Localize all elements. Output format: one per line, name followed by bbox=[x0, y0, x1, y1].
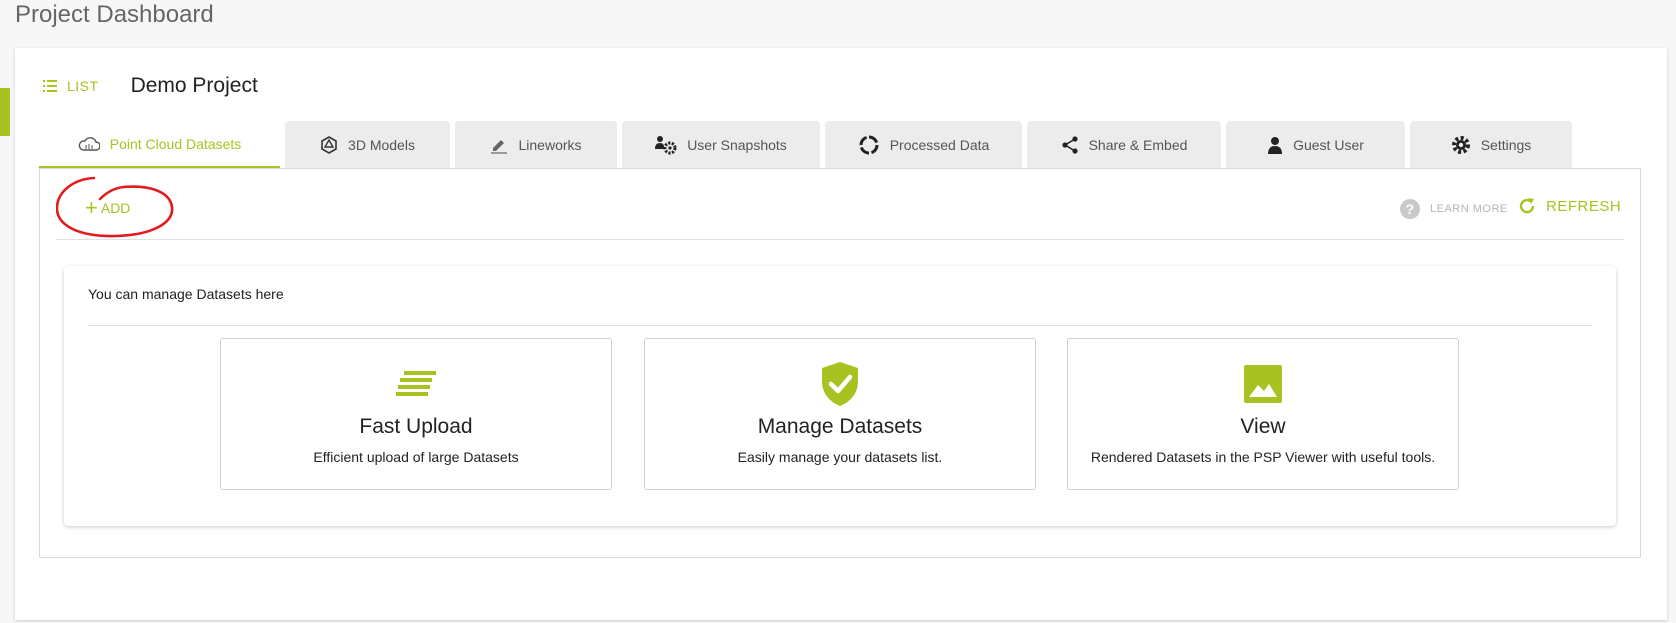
refresh-button[interactable]: REFRESH bbox=[1518, 197, 1621, 215]
add-button[interactable]: + ADD bbox=[85, 195, 131, 220]
feature-description: Efficient upload of large Datasets bbox=[313, 449, 519, 465]
tab-label: Lineworks bbox=[518, 136, 582, 153]
gear-icon bbox=[1451, 135, 1470, 154]
tab-3d-models[interactable]: 3D Models bbox=[285, 121, 450, 168]
list-label: LIST bbox=[67, 78, 99, 94]
tab-bar: Point Cloud Datasets 3D Models Lineworks bbox=[39, 120, 1572, 168]
lines-icon bbox=[396, 371, 436, 396]
feature-description: Rendered Datasets in the PSP Viewer with… bbox=[1090, 449, 1436, 465]
add-label: ADD bbox=[100, 200, 131, 216]
divider bbox=[88, 325, 1592, 326]
project-header: LIST Demo Project bbox=[43, 66, 258, 106]
info-panel: You can manage Datasets here Fast Upload… bbox=[64, 266, 1616, 526]
model-3d-icon bbox=[321, 135, 337, 154]
share-icon bbox=[1061, 135, 1078, 154]
tab-label: User Snapshots bbox=[687, 136, 787, 153]
toolbar: + ADD ? LEARN MORE REFRESH bbox=[56, 169, 1624, 240]
plus-icon: + bbox=[85, 195, 98, 220]
tab-label: 3D Models bbox=[348, 136, 415, 153]
dashboard-card: LIST Demo Project Point Cloud Datasets 3… bbox=[15, 48, 1667, 620]
feature-title: Manage Datasets bbox=[757, 415, 923, 438]
tab-user-snapshots[interactable]: User Snapshots bbox=[622, 121, 820, 168]
feature-description: Easily manage your datasets list. bbox=[737, 449, 943, 465]
info-text: You can manage Datasets here bbox=[88, 286, 284, 302]
feature-card-manage-datasets: Manage Datasets Easily manage your datas… bbox=[644, 338, 1036, 490]
project-name: Demo Project bbox=[130, 74, 258, 97]
refresh-label: REFRESH bbox=[1546, 197, 1622, 215]
feature-card-fast-upload: Fast Upload Efficient upload of large Da… bbox=[220, 338, 612, 490]
tab-label: Share & Embed bbox=[1088, 136, 1188, 153]
user-gear-icon bbox=[655, 135, 677, 154]
tab-label: Point Cloud Datasets bbox=[109, 135, 242, 152]
tab-label: Processed Data bbox=[889, 136, 990, 153]
refresh-icon bbox=[1519, 198, 1535, 214]
tab-settings[interactable]: Settings bbox=[1410, 121, 1572, 168]
learn-more-button[interactable]: ? LEARN MORE bbox=[1400, 199, 1508, 219]
help-icon: ? bbox=[1400, 199, 1420, 219]
tab-label: Guest User bbox=[1293, 136, 1364, 153]
tab-guest-user[interactable]: Guest User bbox=[1226, 121, 1405, 168]
pen-icon bbox=[491, 139, 508, 154]
tab-label: Settings bbox=[1480, 136, 1532, 153]
feature-title: Fast Upload bbox=[359, 415, 473, 438]
feature-card-view: View Rendered Datasets in the PSP Viewer… bbox=[1067, 338, 1459, 490]
list-button[interactable]: LIST bbox=[43, 78, 99, 94]
left-accent-bar bbox=[0, 88, 10, 136]
page-title: Project Dashboard bbox=[15, 1, 214, 28]
user-icon bbox=[1268, 136, 1283, 154]
tab-point-cloud-datasets[interactable]: Point Cloud Datasets bbox=[39, 121, 280, 168]
learn-more-label: LEARN MORE bbox=[1430, 203, 1508, 215]
list-icon bbox=[43, 80, 57, 92]
tab-processed-data[interactable]: Processed Data bbox=[825, 121, 1022, 168]
feature-title: View bbox=[1240, 415, 1286, 438]
circle-notch-icon bbox=[859, 135, 879, 154]
tab-lineworks[interactable]: Lineworks bbox=[455, 121, 617, 168]
tab-share-embed[interactable]: Share & Embed bbox=[1027, 121, 1221, 168]
tab-content: + ADD ? LEARN MORE REFRESH You can manag… bbox=[39, 168, 1641, 558]
cloud-icon bbox=[78, 136, 100, 151]
image-icon bbox=[1244, 365, 1282, 403]
shield-check-icon bbox=[822, 362, 858, 406]
